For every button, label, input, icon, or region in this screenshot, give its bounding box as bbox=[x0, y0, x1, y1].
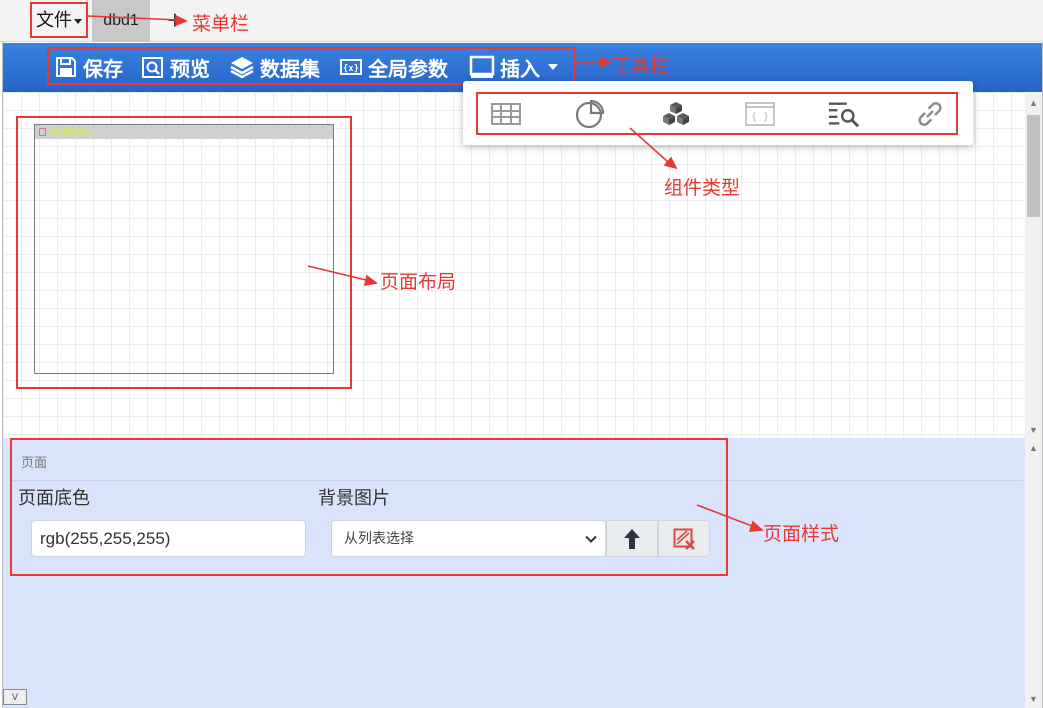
scroll-down-icon[interactable]: ▼ bbox=[1025, 692, 1042, 706]
page-style-highlight bbox=[10, 438, 728, 576]
file-menu[interactable]: 文件 bbox=[30, 2, 88, 38]
tab-dbd1[interactable]: dbd1 bbox=[92, 0, 150, 42]
annotation-page-layout: 页面布局 bbox=[380, 272, 457, 293]
page-layout-highlight bbox=[16, 116, 352, 389]
collapse-panel-button[interactable]: V bbox=[3, 689, 27, 705]
component-types-highlight bbox=[476, 92, 958, 135]
add-tab-button[interactable]: + bbox=[163, 6, 187, 34]
scrollbar-thumb[interactable] bbox=[1027, 115, 1040, 217]
file-menu-label: 文件 bbox=[36, 10, 72, 30]
annotation-page-style: 页面样式 bbox=[763, 524, 840, 545]
toolbar-highlight bbox=[47, 47, 575, 85]
menu-bar bbox=[0, 0, 1043, 42]
chevron-down-icon bbox=[74, 18, 82, 24]
annotation-component-types: 组件类型 bbox=[664, 178, 741, 199]
annotation-menubar: 菜单栏 bbox=[192, 14, 250, 35]
annotation-toolbar: 工具栏 bbox=[612, 56, 670, 77]
scroll-up-icon[interactable]: ▲ bbox=[1025, 441, 1042, 455]
scroll-up-icon[interactable]: ▲ bbox=[1025, 96, 1042, 110]
scroll-down-icon[interactable]: ▼ bbox=[1025, 423, 1042, 437]
